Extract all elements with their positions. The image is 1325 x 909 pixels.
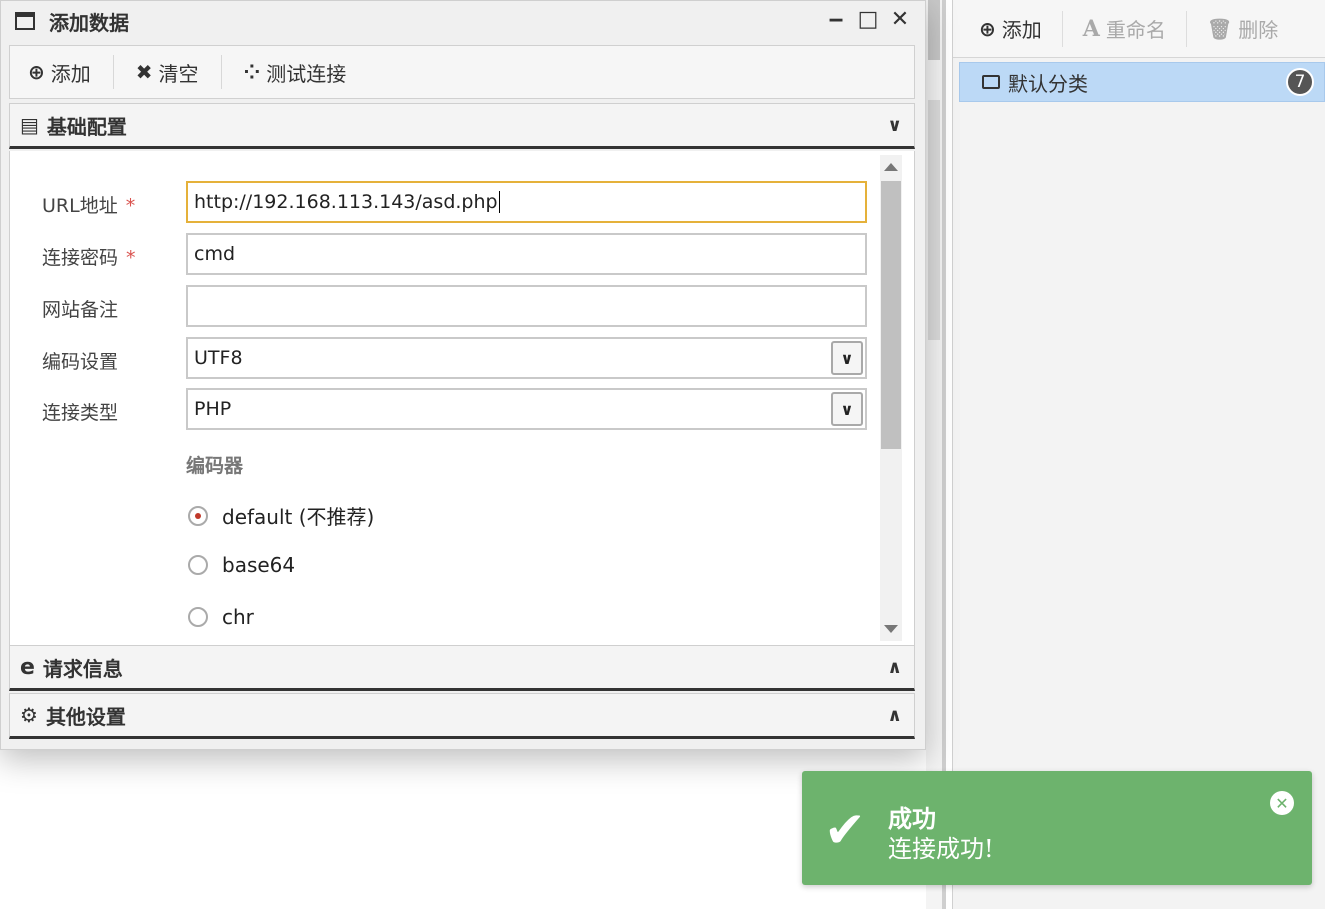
trash-icon: 🗑 — [1206, 16, 1233, 41]
count-badge: 7 — [1286, 68, 1314, 96]
chevron-up-icon: ∧ — [887, 657, 902, 678]
clear-label: 清空 — [158, 61, 199, 86]
check-icon: ✔ — [824, 801, 866, 859]
dialog-toolbar: ⊕ 添加 ✖ 清空 ⁘ 测试连接 — [9, 45, 915, 99]
form-scrollbar[interactable] — [880, 155, 902, 641]
type-value: PHP — [194, 398, 232, 420]
url-value: http://192.168.113.143/asd.php — [194, 191, 498, 213]
window-controls: ‒ □ ✕ — [825, 7, 911, 32]
test-connection-label: 测试连接 — [266, 61, 347, 86]
plus-circle-icon: ⊕ — [28, 60, 45, 84]
window-icon — [15, 12, 35, 30]
encoder-title: 编码器 — [186, 455, 244, 477]
add-category-label: 添加 — [1001, 18, 1042, 42]
section-basic-label: 基础配置 — [46, 114, 127, 139]
chevron-up-icon: ∧ — [887, 705, 902, 726]
password-label-text: 连接密码 — [42, 247, 119, 269]
rename-category-label: 重命名 — [1105, 18, 1166, 42]
section-other-header[interactable]: ⚙ 其他设置 ∧ — [9, 693, 915, 739]
encoder-option-label: default (不推荐) — [222, 505, 375, 529]
category-item-default[interactable]: 默认分类 7 — [959, 62, 1325, 102]
dialog-titlebar[interactable]: 添加数据 — [1, 1, 925, 41]
document-icon: ▤ — [20, 113, 39, 137]
password-input[interactable]: cmd — [186, 233, 867, 275]
required-marker: * — [125, 195, 136, 217]
x-icon: ✖ — [135, 60, 153, 84]
font-a-icon: A — [1082, 15, 1100, 42]
password-value: cmd — [194, 243, 236, 265]
category-toolbar: ⊕ 添加 A 重命名 🗑 删除 — [953, 0, 1325, 58]
radio-unselected[interactable] — [188, 555, 208, 575]
encoder-option-base64[interactable]: base64 — [188, 553, 295, 577]
test-connection-button[interactable]: ⁘ 测试连接 — [244, 55, 369, 89]
success-toast: ✔ 成功 连接成功! ✕ — [802, 771, 1312, 885]
rename-category-button[interactable]: A 重命名 — [1082, 10, 1187, 47]
encoding-label: 编码设置 — [42, 351, 119, 373]
close-icon[interactable]: ✕ — [889, 7, 911, 32]
url-input[interactable]: http://192.168.113.143/asd.php — [186, 181, 867, 223]
type-select[interactable]: PHP ∨ — [186, 388, 867, 430]
section-request-label: 请求信息 — [42, 656, 123, 681]
text-caret — [498, 191, 500, 213]
password-label: 连接密码 * — [42, 243, 136, 270]
dialog-title: 添加数据 — [49, 10, 129, 35]
encoding-select[interactable]: UTF8 ∨ — [186, 337, 867, 379]
section-other-label: 其他设置 — [45, 704, 126, 729]
folder-icon — [982, 75, 1000, 89]
required-marker: * — [126, 247, 136, 269]
encoder-option-chr[interactable]: chr — [188, 605, 254, 629]
url-label-text: URL地址 — [42, 195, 118, 217]
clear-button[interactable]: ✖ 清空 — [136, 55, 222, 89]
encoder-option-default[interactable]: default (不推荐) — [188, 501, 374, 530]
encoding-value: UTF8 — [194, 347, 243, 369]
close-icon[interactable]: ✕ — [1270, 791, 1294, 815]
add-data-dialog: 添加数据 ‒ □ ✕ ⊕ 添加 ✖ 清空 ⁘ 测试连接 ▤ 基础配置 ∨ URL — [0, 0, 926, 750]
minimize-icon[interactable]: ‒ — [825, 7, 847, 32]
section-basic-header[interactable]: ▤ 基础配置 ∨ — [9, 103, 915, 149]
chevron-down-icon: ∨ — [887, 115, 902, 136]
radio-unselected[interactable] — [188, 607, 208, 627]
background-scrollbar-thumb[interactable] — [928, 0, 940, 60]
add-category-button[interactable]: ⊕ 添加 — [979, 10, 1063, 47]
delete-category-button[interactable]: 🗑 删除 — [1207, 11, 1298, 47]
scroll-up-icon[interactable] — [884, 163, 898, 171]
scroll-down-icon[interactable] — [884, 625, 898, 633]
background-scrollbar-track — [928, 100, 940, 340]
type-label: 连接类型 — [42, 402, 119, 424]
encoder-option-label: chr — [222, 605, 254, 629]
url-label: URL地址 * — [42, 191, 135, 218]
chevron-down-icon[interactable]: ∨ — [831, 341, 863, 375]
note-label: 网站备注 — [42, 299, 119, 321]
maximize-icon[interactable]: □ — [857, 7, 879, 32]
add-button[interactable]: ⊕ 添加 — [28, 55, 114, 89]
plus-circle-icon: ⊕ — [979, 16, 996, 41]
section-request-header[interactable]: e 请求信息 ∧ — [9, 645, 915, 691]
spinner-icon: ⁘ — [243, 60, 261, 84]
add-label: 添加 — [50, 61, 91, 86]
delete-category-label: 删除 — [1238, 18, 1279, 42]
toast-message: 连接成功! — [888, 835, 994, 863]
category-label: 默认分类 — [1008, 71, 1088, 96]
encoder-option-label: base64 — [222, 553, 296, 577]
gears-icon: ⚙ — [20, 703, 38, 727]
chevron-down-icon[interactable]: ∨ — [831, 392, 863, 426]
radio-selected[interactable] — [188, 505, 208, 526]
ie-icon: e — [20, 654, 35, 680]
note-input[interactable] — [186, 285, 867, 327]
basic-config-panel: URL地址 * http://192.168.113.143/asd.php 连接… — [9, 151, 915, 645]
scrollbar-thumb[interactable] — [881, 181, 901, 449]
